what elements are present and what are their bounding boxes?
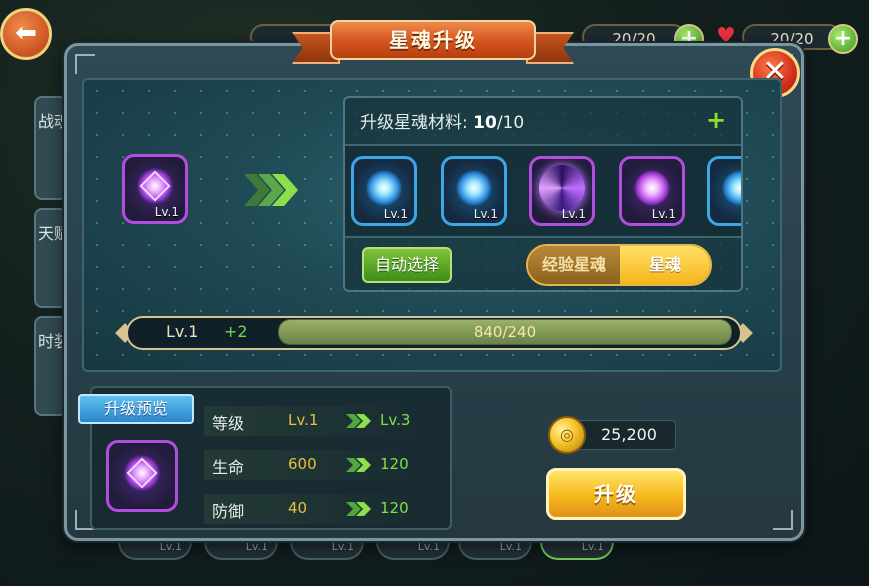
purple-swirl-orb-icon — [539, 165, 585, 212]
stat-new-value: 120 — [380, 499, 409, 517]
chevron-arrow-icon — [346, 502, 371, 516]
stat-row-defense: 防御 40 120 — [204, 494, 434, 524]
corner-ornament — [75, 54, 95, 74]
stat-old-value: 40 — [288, 499, 308, 517]
upgrade-preview-label: 升级预览 — [78, 394, 194, 424]
material-slot[interactable]: Lv.1 — [351, 156, 417, 226]
material-level: Lv.1 — [383, 207, 408, 221]
material-slot[interactable]: Lv.1 — [529, 156, 595, 226]
material-level: Lv.1 — [473, 207, 498, 221]
bottom-slot[interactable]: Lv.1 — [204, 538, 278, 560]
chevron-arrow-icon — [346, 458, 371, 472]
chevron-arrow-icon — [346, 414, 371, 428]
stat-old-value: Lv.1 — [288, 411, 319, 429]
material-slot-partial[interactable] — [707, 156, 741, 226]
blue-atom-orb-icon — [456, 170, 492, 207]
bottom-slot-strip: Lv.1 Lv.1 Lv.1 Lv.1 Lv.1 Lv.1 — [118, 538, 718, 560]
progress-level: Lv.1 — [166, 322, 199, 341]
material-slot[interactable]: Lv.1 — [619, 156, 685, 226]
cost-amount: 25,200 — [601, 425, 657, 444]
corner-ornament — [773, 510, 793, 530]
blue-orb-icon — [722, 170, 741, 207]
pink-burst-orb-icon — [634, 170, 670, 207]
progress-text: 840/240 — [473, 323, 537, 341]
back-arrow-icon: ⬅ — [15, 18, 37, 48]
gold-coin-icon: ◎ — [548, 416, 586, 454]
toggle-star-soul[interactable]: 星魂 — [620, 246, 710, 284]
blue-atom-orb-icon — [366, 170, 402, 207]
current-star-soul-slot[interactable]: Lv.1 — [122, 154, 188, 224]
materials-label: 升级星魂材料: — [360, 113, 468, 133]
stat-new-value: 120 — [380, 455, 409, 473]
toggle-exp-soul[interactable]: 经验星魂 — [528, 246, 620, 284]
title-ribbon: 星魂升级 — [292, 14, 574, 70]
progress-level-gain: +2 — [224, 322, 248, 341]
bottom-slot[interactable]: Lv.1 — [376, 538, 450, 560]
progress-track: 840/240 — [278, 319, 732, 345]
bottom-slot[interactable]: Lv.1 — [118, 538, 192, 560]
add-material-button[interactable]: + — [706, 106, 726, 134]
auto-select-button[interactable]: 自动选择 — [362, 247, 452, 283]
stat-name: 等级 — [212, 414, 245, 433]
current-soul-level: Lv.1 — [154, 205, 179, 219]
bottom-slot-selected[interactable]: Lv.1 — [540, 538, 614, 560]
stat-name: 防御 — [212, 502, 245, 521]
materials-total: /10 — [496, 113, 525, 133]
material-slot[interactable]: Lv.1 — [441, 156, 507, 226]
material-level: Lv.1 — [561, 207, 586, 221]
chevron-arrow-icon — [244, 174, 298, 206]
bottom-slot[interactable]: Lv.1 — [458, 538, 532, 560]
materials-list[interactable]: Lv.1 Lv.1 Lv.1 Lv.1 — [345, 144, 741, 238]
material-level: Lv.1 — [651, 207, 676, 221]
stat-row-hp: 生命 600 120 — [204, 450, 434, 480]
stat-new-value: Lv.3 — [380, 411, 411, 429]
experience-progress: Lv.1 +2 840/240 — [112, 312, 756, 354]
materials-count: 10 — [473, 113, 497, 133]
back-button[interactable]: ⬅ — [0, 8, 52, 60]
stat-name: 生命 — [212, 458, 245, 477]
dialog-title: 星魂升级 — [330, 20, 536, 60]
upgrade-button[interactable]: 升级 — [546, 468, 686, 520]
add-stamina-button[interactable]: + — [828, 24, 858, 54]
plus-icon: + — [706, 106, 727, 134]
stat-row-level: 等级 Lv.1 Lv.3 — [204, 406, 434, 436]
stat-old-value: 600 — [288, 455, 317, 473]
materials-header: 升级星魂材料: 10/10 — [360, 108, 524, 133]
preview-star-soul-slot — [106, 440, 178, 512]
bottom-slot[interactable]: Lv.1 — [290, 538, 364, 560]
material-type-toggle[interactable]: 经验星魂 星魂 — [526, 244, 712, 286]
